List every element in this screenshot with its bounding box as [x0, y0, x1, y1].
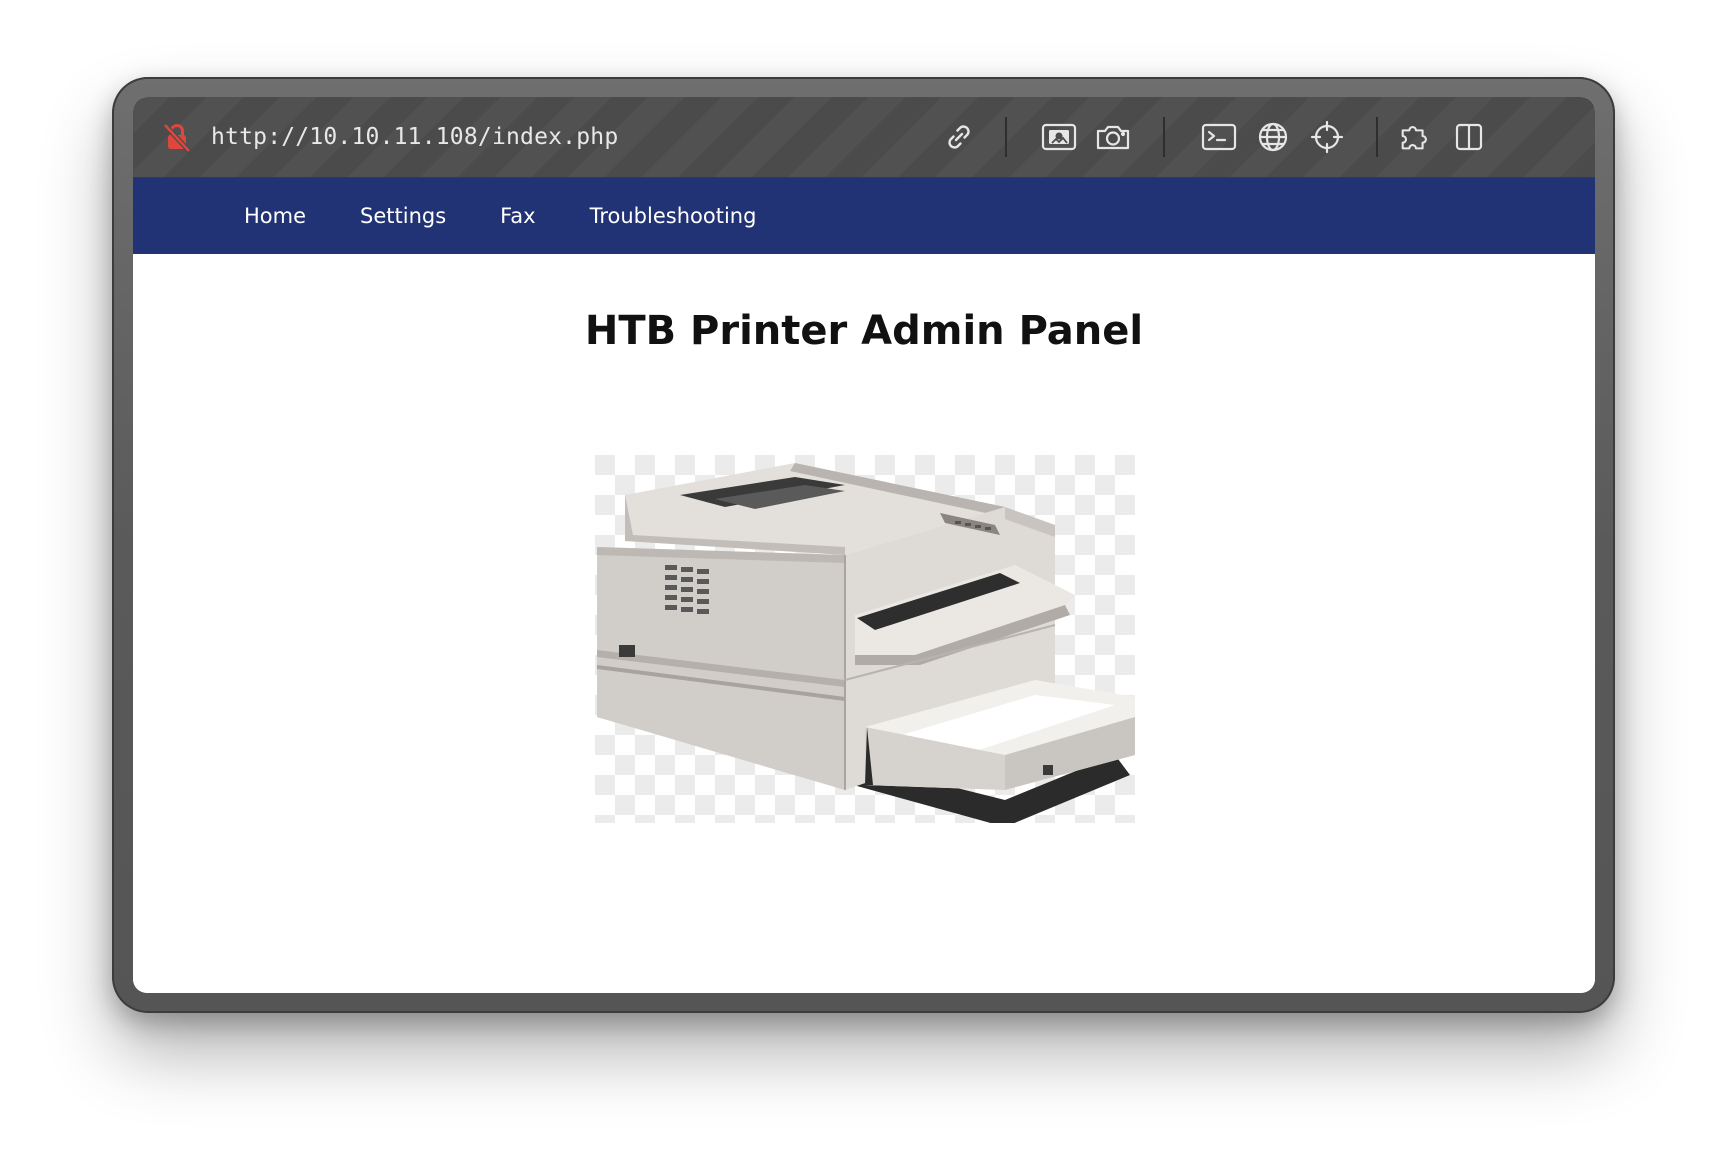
browser-toolbar: http://10.10.11.108/index.php — [133, 97, 1595, 178]
main-content: HTB Printer Admin Panel — [133, 254, 1595, 993]
nav-link-home[interactable]: Home — [244, 204, 306, 228]
toolbar-divider — [1163, 117, 1165, 157]
browser-window: http://10.10.11.108/index.php Home Setti… — [133, 97, 1595, 993]
camera-icon[interactable] — [1095, 119, 1131, 155]
nav-link-settings[interactable]: Settings — [360, 204, 446, 228]
crosshair-icon[interactable] — [1309, 119, 1345, 155]
nav-link-fax[interactable]: Fax — [500, 204, 535, 228]
terminal-icon[interactable] — [1201, 119, 1237, 155]
split-view-icon[interactable] — [1451, 119, 1487, 155]
site-navbar: Home Settings Fax Troubleshooting — [133, 178, 1595, 254]
link-icon[interactable] — [941, 119, 977, 155]
image-icon[interactable] — [1041, 119, 1077, 155]
extension-icon[interactable] — [1397, 119, 1433, 155]
printer-image — [595, 455, 1135, 827]
toolbar-divider — [1376, 117, 1378, 157]
toolbar-divider — [1005, 117, 1007, 157]
nav-link-troubleshooting[interactable]: Troubleshooting — [590, 204, 757, 228]
lock-slash-icon — [161, 121, 193, 153]
url-text[interactable]: http://10.10.11.108/index.php — [211, 124, 618, 150]
globe-icon[interactable] — [1255, 119, 1291, 155]
page-title: HTB Printer Admin Panel — [584, 308, 1144, 354]
address-bar[interactable]: http://10.10.11.108/index.php — [161, 97, 618, 177]
screenshot-canvas: http://10.10.11.108/index.php Home Setti… — [0, 0, 1720, 1158]
browser-window-frame: http://10.10.11.108/index.php Home Setti… — [112, 77, 1615, 1013]
